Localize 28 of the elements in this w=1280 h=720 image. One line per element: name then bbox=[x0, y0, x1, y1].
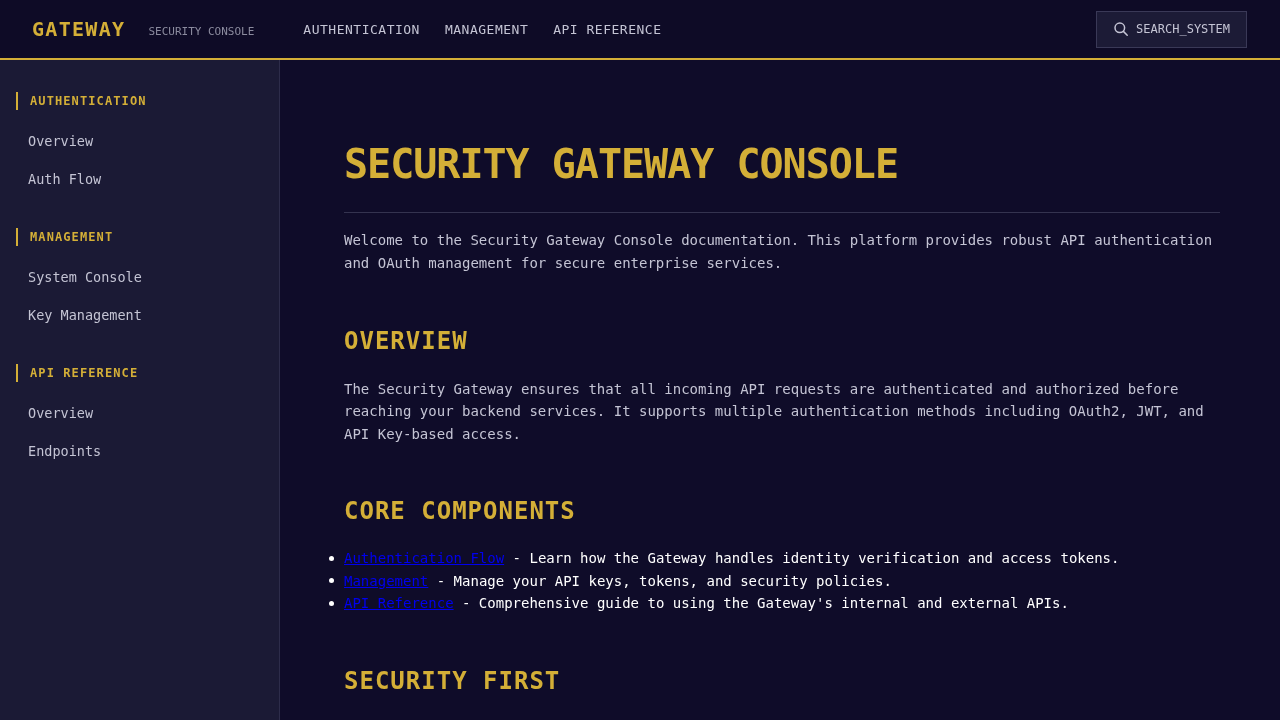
section-heading: CORE COMPONENTS bbox=[344, 497, 577, 527]
sidebar-link[interactable]: Overview bbox=[16, 122, 106, 160]
brand-subtitle: SECURITY CONSOLE bbox=[148, 25, 255, 38]
page-title: SECURITY GATEWAY CONSOLE bbox=[344, 140, 899, 188]
nav-link[interactable]: API REFERENCE bbox=[553, 21, 662, 37]
sidebar-section-title: API REFERENCE bbox=[16, 364, 279, 382]
nav-link[interactable]: AUTHENTICATION bbox=[303, 21, 420, 37]
section-heading: SECURITY FIRST bbox=[344, 666, 562, 696]
bullet-icon bbox=[329, 578, 334, 584]
nav-link[interactable]: MANAGEMENT bbox=[444, 21, 529, 37]
sidebar-link[interactable]: System Console bbox=[16, 258, 154, 296]
sidebar-section-title: AUTHENTICATION bbox=[16, 92, 279, 110]
component-description: Management - Manage your API keys, tokens, and security policies. bbox=[344, 571, 892, 591]
sidebar-link[interactable]: Key Management bbox=[16, 296, 154, 334]
search-icon bbox=[1114, 22, 1129, 36]
brand-logo: GATEWAY bbox=[32, 17, 126, 41]
sidebar-link[interactable]: Overview bbox=[16, 394, 106, 432]
bullet-icon bbox=[329, 600, 334, 606]
bullet-icon bbox=[329, 555, 334, 561]
sidebar-link[interactable]: Auth Flow bbox=[16, 160, 114, 198]
section-heading: OVERVIEW bbox=[344, 327, 469, 356]
component-description: API Reference - Comprehensive guide to using the Gateway's internal and external APIs. bbox=[344, 594, 1069, 614]
sidebar-link[interactable]: Endpoints bbox=[16, 432, 114, 470]
component-description: Authentication Flow - Learn how the Gateway handles identity verification and access tokens. bbox=[344, 549, 1120, 569]
intro-paragraph: Welcome to the Security Gateway Console documentation. This platform provides robust API authentication and OAuth management for secure enterprise services. bbox=[344, 231, 1214, 273]
section-paragraph: The Security Gateway ensures that all incoming API requests are authenticated and authorized before reaching your backend services. It supports multiple authentication methods including OAuth2, JWT, and API Key-based access. bbox=[344, 380, 1205, 444]
search-button[interactable]: SEARCH_SYSTEM bbox=[1096, 10, 1247, 48]
sidebar-section-title: MANAGEMENT bbox=[16, 228, 279, 246]
